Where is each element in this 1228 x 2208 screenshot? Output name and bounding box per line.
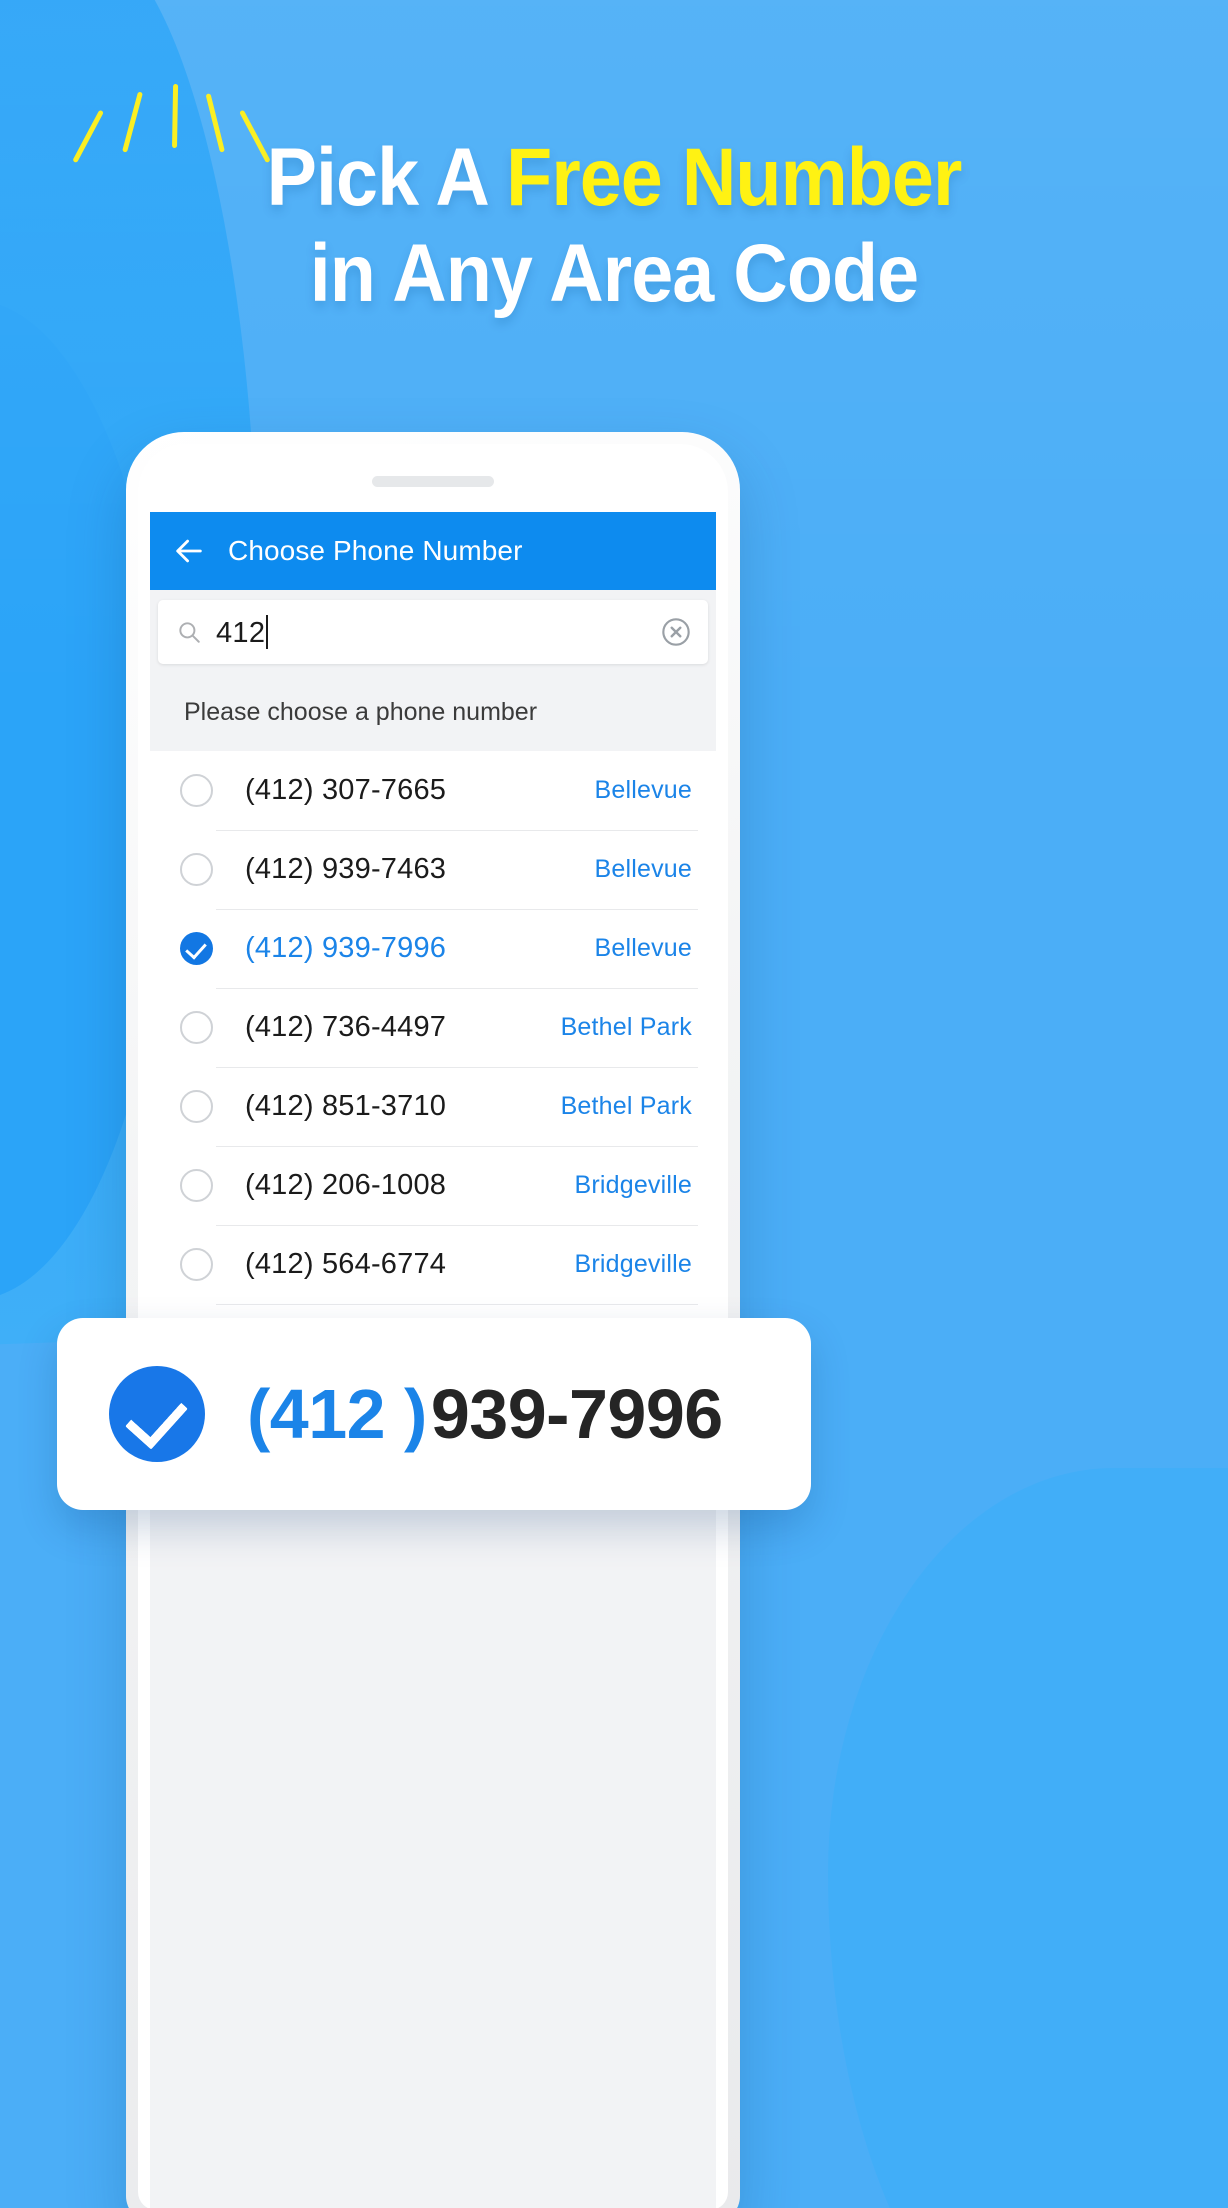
row-city-label: Bellevue xyxy=(594,776,692,804)
callout-number: (412 )939-7996 xyxy=(247,1374,723,1454)
row-phone-number: (412) 851-3710 xyxy=(245,1090,447,1122)
poster-canvas: Pick A Free Number in Any Area Code Choo… xyxy=(0,0,1228,2208)
callout-number-rest: 939-7996 xyxy=(430,1375,723,1453)
search-input[interactable]: 412 xyxy=(158,600,708,664)
app-bar: Choose Phone Number xyxy=(150,512,716,590)
search-icon xyxy=(179,622,200,643)
headline-line-1: Pick A Free Number xyxy=(77,130,1152,226)
row-city-label: Bellevue xyxy=(594,934,692,962)
row-city-label: Bethel Park xyxy=(560,1013,692,1041)
search-input-value-wrap: 412 xyxy=(216,614,269,650)
row-phone-number: (412) 564-6774 xyxy=(245,1248,447,1280)
row-city-label: Bridgeville xyxy=(574,1171,692,1199)
table-row[interactable]: (412) 564-6774 Bridgeville xyxy=(150,1225,716,1304)
check-circle-icon xyxy=(109,1366,205,1462)
list-header: Please choose a phone number xyxy=(150,672,716,751)
table-row[interactable]: (412) 307-7665 Bellevue xyxy=(150,751,716,830)
search-input-value: 412 xyxy=(216,616,266,649)
headline-line-1-accent: Free Number xyxy=(506,132,962,223)
selected-number-callout: (412 )939-7996 xyxy=(57,1318,811,1510)
row-phone-number: (412) 939-7463 xyxy=(245,853,447,885)
row-phone-number: (412) 939-7996 xyxy=(245,932,447,964)
table-row[interactable]: (412) 939-7996 Bellevue xyxy=(150,909,716,988)
table-row[interactable]: (412) 736-4497 Bethel Park xyxy=(150,988,716,1067)
headline-line-2: in Any Area Code xyxy=(309,228,919,319)
radio-unchecked-icon[interactable] xyxy=(180,853,213,886)
row-city-label: Bellevue xyxy=(594,855,692,883)
headline-line-1-plain: Pick A xyxy=(266,132,507,223)
text-caret xyxy=(266,614,269,649)
radio-unchecked-icon[interactable] xyxy=(180,1090,213,1123)
table-row[interactable]: (412) 939-7463 Bellevue xyxy=(150,830,716,909)
app-bar-title: Choose Phone Number xyxy=(228,535,523,566)
row-city-label: Bethel Park xyxy=(560,1092,692,1120)
phone-speaker-grill xyxy=(372,476,494,487)
row-phone-number: (412) 307-7665 xyxy=(245,774,447,806)
radio-unchecked-icon[interactable] xyxy=(180,774,213,807)
headline: Pick A Free Number in Any Area Code xyxy=(0,130,1228,322)
row-phone-number: (412) 736-4497 xyxy=(245,1011,447,1043)
radio-checked-icon[interactable] xyxy=(180,932,213,965)
radio-unchecked-icon[interactable] xyxy=(180,1248,213,1281)
radio-unchecked-icon[interactable] xyxy=(180,1011,213,1044)
clear-circle-icon[interactable] xyxy=(660,616,692,648)
table-row[interactable]: (412) 851-3710 Bethel Park xyxy=(150,1067,716,1146)
row-city-label: Bridgeville xyxy=(574,1250,692,1278)
arrow-left-icon[interactable] xyxy=(172,534,206,568)
radio-unchecked-icon[interactable] xyxy=(180,1169,213,1202)
row-phone-number: (412) 206-1008 xyxy=(245,1169,447,1201)
table-row[interactable]: (412) 206-1008 Bridgeville xyxy=(150,1146,716,1225)
callout-area-code: (412 ) xyxy=(247,1375,427,1453)
background-blob-right xyxy=(828,1468,1228,2208)
search-bar-container: 412 xyxy=(150,590,716,672)
